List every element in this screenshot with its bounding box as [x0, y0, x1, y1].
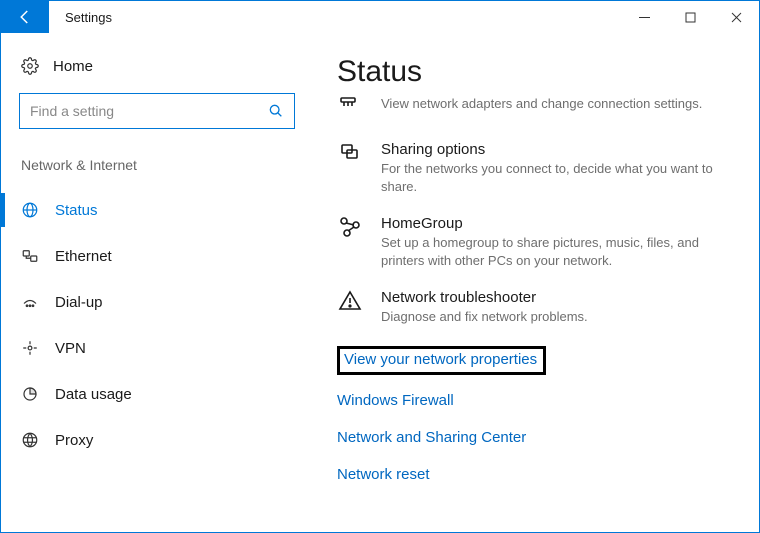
home-label: Home — [53, 58, 93, 75]
section-troubleshooter[interactable]: Network troubleshooter Diagnose and fix … — [337, 289, 733, 326]
link-network-reset[interactable]: Network reset — [337, 467, 430, 482]
link-windows-firewall[interactable]: Windows Firewall — [337, 393, 454, 408]
nav-item-label: Status — [55, 202, 98, 219]
nav-item-vpn[interactable]: VPN — [1, 325, 295, 371]
page-title: Status — [337, 55, 733, 89]
troubleshoot-title: Network troubleshooter — [381, 289, 733, 306]
home-nav[interactable]: Home — [19, 51, 295, 93]
data-usage-icon — [21, 385, 39, 403]
minimize-button[interactable] — [621, 1, 667, 33]
nav-item-proxy[interactable]: Proxy — [1, 417, 295, 463]
section-sharing[interactable]: Sharing options For the networks you con… — [337, 141, 733, 195]
nav-item-ethernet[interactable]: Ethernet — [1, 233, 295, 279]
homegroup-icon — [337, 215, 363, 241]
ethernet-icon — [21, 247, 39, 265]
search-icon — [268, 103, 284, 119]
globe-icon — [21, 201, 39, 219]
nav-item-status[interactable]: Status — [1, 187, 295, 233]
nav-item-dialup[interactable]: Dial-up — [1, 279, 295, 325]
nav-group-label: Network & Internet — [19, 157, 295, 173]
maximize-button[interactable] — [667, 1, 713, 33]
troubleshoot-desc: Diagnose and fix network problems. — [381, 308, 733, 326]
link-view-network-properties[interactable]: View your network properties — [337, 346, 546, 375]
section-adapter[interactable]: View network adapters and change connect… — [337, 95, 733, 121]
search-box[interactable] — [19, 93, 295, 129]
nav-item-label: Proxy — [55, 432, 93, 449]
search-input[interactable] — [30, 103, 268, 119]
adapter-icon — [337, 95, 363, 121]
left-pane: Home Network & Internet Status Ethernet — [1, 33, 311, 532]
sharing-title: Sharing options — [381, 141, 733, 158]
links-block: View your network properties Windows Fir… — [337, 346, 733, 498]
homegroup-desc: Set up a homegroup to share pictures, mu… — [381, 234, 733, 269]
warning-icon — [337, 289, 363, 315]
right-pane: Status View network adapters and change … — [311, 33, 759, 532]
titlebar: Settings — [1, 1, 759, 33]
sharing-icon — [337, 141, 363, 167]
close-button[interactable] — [713, 1, 759, 33]
proxy-icon — [21, 431, 39, 449]
window-controls — [621, 1, 759, 33]
homegroup-title: HomeGroup — [381, 215, 733, 232]
gear-icon — [21, 57, 39, 75]
window-title: Settings — [49, 1, 621, 33]
nav-item-label: Dial-up — [55, 294, 103, 311]
sharing-desc: For the networks you connect to, decide … — [381, 160, 733, 195]
back-button[interactable] — [1, 1, 49, 33]
nav-item-datausage[interactable]: Data usage — [1, 371, 295, 417]
vpn-icon — [21, 339, 39, 357]
nav-item-label: VPN — [55, 340, 86, 357]
section-homegroup[interactable]: HomeGroup Set up a homegroup to share pi… — [337, 215, 733, 269]
adapter-desc: View network adapters and change connect… — [381, 95, 733, 113]
nav-item-label: Data usage — [55, 386, 132, 403]
dialup-icon — [21, 293, 39, 311]
link-network-sharing-center[interactable]: Network and Sharing Center — [337, 430, 526, 445]
nav-item-label: Ethernet — [55, 248, 112, 265]
